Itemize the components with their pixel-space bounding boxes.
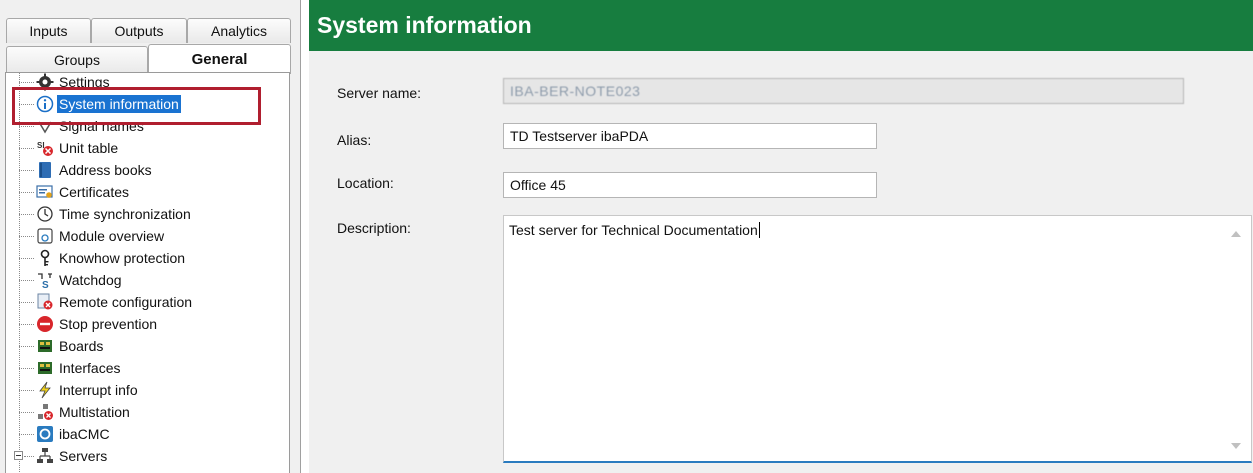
tree-item-label: Interfaces xyxy=(59,360,121,376)
signal-icon xyxy=(38,121,52,134)
remote-config-icon xyxy=(37,293,53,310)
tree-item-label: ibaCMC xyxy=(59,426,110,442)
tree-item-label: Stop prevention xyxy=(59,316,158,332)
stop-icon xyxy=(37,316,53,332)
tree-item-label: Certificates xyxy=(59,184,130,200)
tree-item-label: Address books xyxy=(59,162,152,178)
certificate-icon xyxy=(36,185,53,198)
svg-text:S: S xyxy=(42,280,49,289)
unit-table-icon: SI xyxy=(37,141,53,156)
alias-label: Alias: xyxy=(337,132,372,148)
servers-icon xyxy=(37,448,53,463)
tree-item-label: Module overview xyxy=(59,228,165,244)
tree-item-unit-table[interactable]: SI Unit table xyxy=(6,137,276,159)
tree-item-multistation[interactable]: Multistation xyxy=(6,401,276,423)
tree-item-label: Interrupt info xyxy=(59,382,138,398)
tree-item-label: Settings xyxy=(59,74,110,90)
tree-item-watchdog[interactable]: S Watchdog xyxy=(6,269,276,291)
settings-tree[interactable]: Settings System information Signal names xyxy=(5,72,290,473)
scroll-down-icon[interactable] xyxy=(1231,443,1241,449)
tree-item-label: Time synchronization xyxy=(59,206,191,222)
tree-item-interfaces[interactable]: Interfaces xyxy=(6,357,276,379)
gear-icon xyxy=(36,73,54,91)
tree-item-remote-configuration[interactable]: Remote configuration xyxy=(6,291,276,313)
text-caret xyxy=(758,222,760,238)
collapse-toggle[interactable] xyxy=(14,451,23,460)
tree-item-knowhow-protection[interactable]: Knowhow protection xyxy=(6,247,276,269)
tab-groups[interactable]: Groups xyxy=(6,46,148,73)
tree-item-label: Watchdog xyxy=(59,272,122,288)
server-name-label: Server name: xyxy=(337,85,422,101)
system-info-form: Server name: IBA-BER-NOTE023 Alias: TD T… xyxy=(309,51,1253,473)
description-label: Description: xyxy=(337,220,411,236)
multistation-icon xyxy=(38,404,53,420)
ibacmc-icon xyxy=(37,426,53,442)
module-icon xyxy=(37,228,53,244)
tree-item-label: Servers xyxy=(59,448,108,464)
lightning-icon xyxy=(39,381,51,399)
tree-item-stop-prevention[interactable]: Stop prevention xyxy=(6,313,276,335)
tree-item-label: Multistation xyxy=(59,404,130,420)
tree-item-label: Remote configuration xyxy=(59,294,193,310)
tree-item-label: Signal names xyxy=(59,118,144,134)
tab-analytics[interactable]: Analytics xyxy=(187,18,291,43)
tree-item-label: Knowhow protection xyxy=(59,250,186,266)
tree-item-ibacmc[interactable]: ibaCMC xyxy=(6,423,276,445)
tree-item-boards[interactable]: Boards xyxy=(6,335,276,357)
key-icon xyxy=(40,249,50,266)
tab-outputs[interactable]: Outputs xyxy=(91,18,187,43)
tree-item-label: Unit table xyxy=(59,140,119,156)
location-field[interactable]: Office 45 xyxy=(503,172,877,198)
left-pane: Inputs Outputs Analytics Groups General … xyxy=(0,0,301,473)
tree-item-settings[interactable]: Settings xyxy=(6,73,276,93)
watchdog-icon: S xyxy=(38,273,52,289)
board-icon xyxy=(38,340,52,352)
tree-item-certificates[interactable]: Certificates xyxy=(6,181,276,203)
interface-icon xyxy=(38,362,52,374)
description-text: Test server for Technical Documentation xyxy=(509,222,758,238)
tree-item-time-synchronization[interactable]: Time synchronization xyxy=(6,203,276,225)
description-field[interactable]: Test server for Technical Documentation xyxy=(503,215,1252,463)
clock-icon xyxy=(37,206,53,222)
tab-general[interactable]: General xyxy=(148,44,291,74)
tree-item-system-information[interactable]: System information xyxy=(6,93,276,115)
tree-item-signal-names[interactable]: Signal names xyxy=(6,115,276,137)
tree-item-label: System information xyxy=(57,95,181,113)
tab-inputs[interactable]: Inputs xyxy=(6,18,91,43)
alias-field[interactable]: TD Testserver ibaPDA xyxy=(503,123,877,149)
svg-text:SI: SI xyxy=(37,141,45,150)
tree-item-label: Boards xyxy=(59,338,104,354)
scroll-up-icon[interactable] xyxy=(1231,231,1241,237)
tree-item-module-overview[interactable]: Module overview xyxy=(6,225,276,247)
location-label: Location: xyxy=(337,175,394,191)
server-name-field: IBA-BER-NOTE023 xyxy=(503,78,1184,104)
address-book-icon xyxy=(39,162,51,178)
tree-item-servers[interactable]: Servers xyxy=(6,445,276,467)
tree-item-interrupt-info[interactable]: Interrupt info xyxy=(6,379,276,401)
page-title: System information xyxy=(309,0,1253,51)
tree-item-address-books[interactable]: Address books xyxy=(6,159,276,181)
info-icon xyxy=(36,95,54,113)
